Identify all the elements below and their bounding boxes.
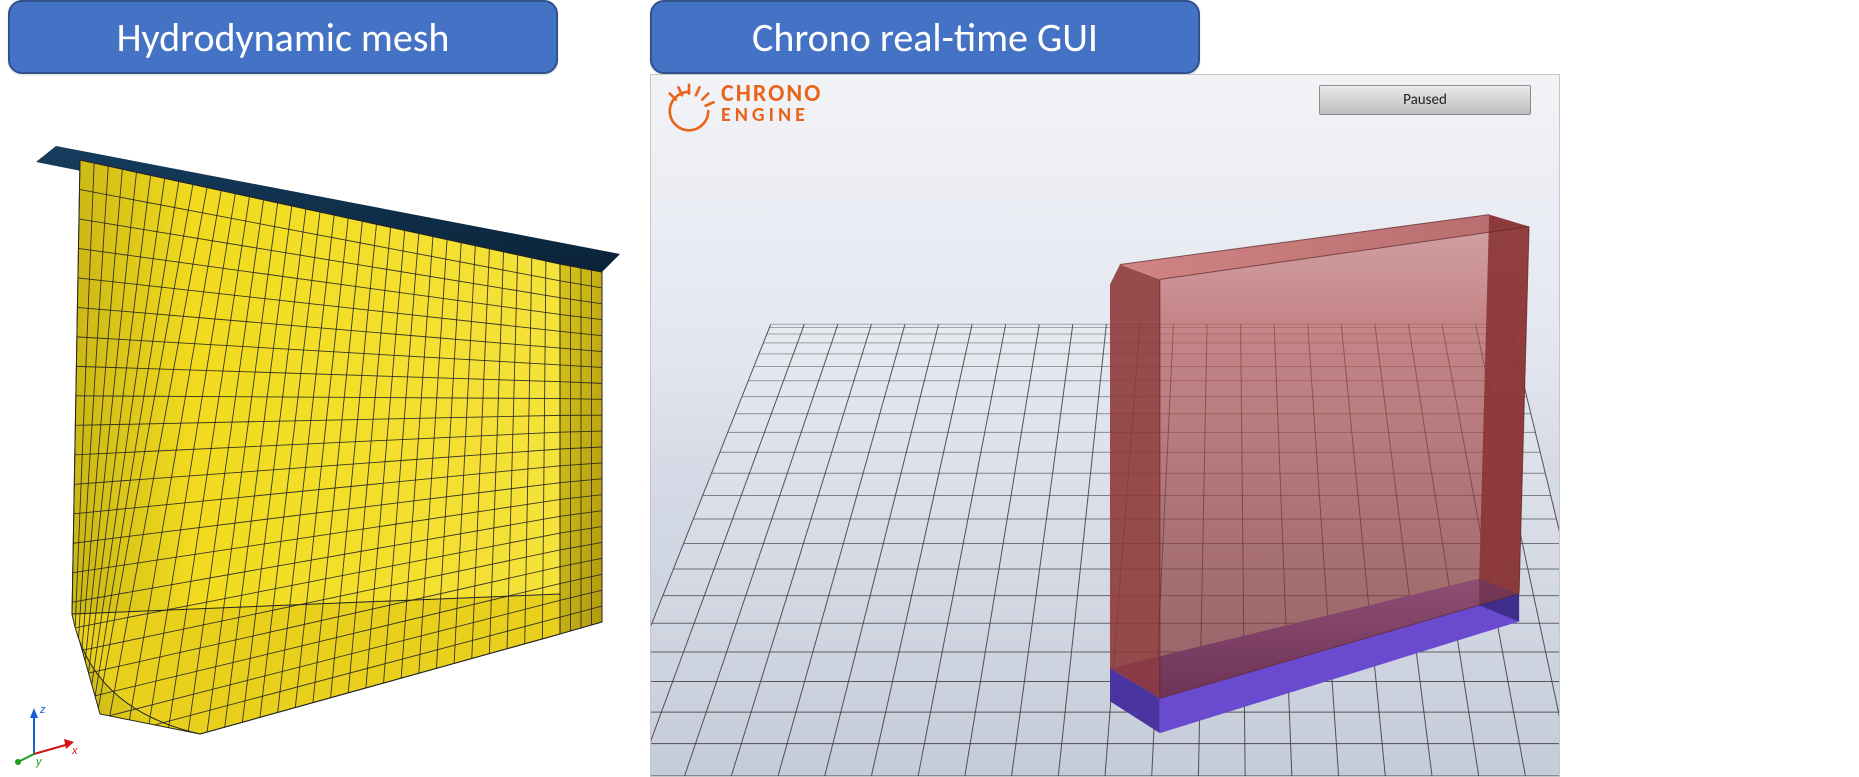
- pause-button-label: Paused: [1403, 91, 1447, 109]
- chrono-viewport[interactable]: CHRONO ENGINE Paused: [650, 74, 1560, 777]
- mesh-svg: [0, 74, 632, 777]
- chrono-logo: CHRONO ENGINE: [661, 83, 822, 139]
- title-chrono-gui: Chrono real-time GUI: [650, 0, 1200, 74]
- title-text-right: Chrono real-time GUI: [752, 13, 1098, 62]
- axis-y-label: y: [35, 756, 43, 768]
- axis-x-label: x: [71, 745, 78, 757]
- title-hydrodynamic-mesh: Hydrodynamic mesh: [8, 0, 558, 74]
- axis-z-label: z: [39, 704, 46, 716]
- pause-button[interactable]: Paused: [1319, 85, 1531, 115]
- axis-triad: z x y: [14, 699, 84, 769]
- figure-root: Hydrodynamic mesh Chrono real-time GUI: [0, 0, 1859, 777]
- logo-text-line2: ENGINE: [721, 106, 822, 125]
- hydrodynamic-mesh-view: z x y: [0, 74, 632, 777]
- chrono-scene-svg: [651, 75, 1559, 776]
- chrono-sun-icon: [661, 83, 717, 139]
- title-text-left: Hydrodynamic mesh: [117, 13, 450, 62]
